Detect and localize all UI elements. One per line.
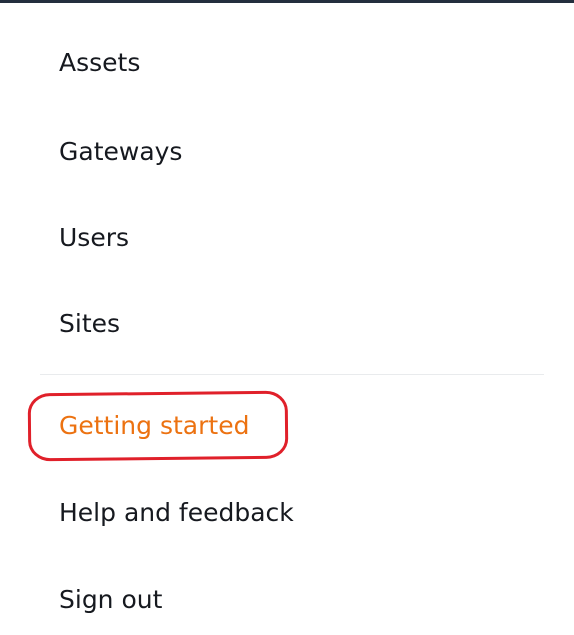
nav-item-users[interactable]: Users xyxy=(59,222,129,254)
nav-item-getting-started[interactable]: Getting started xyxy=(59,410,249,442)
nav-item-help-and-feedback[interactable]: Help and feedback xyxy=(59,497,294,529)
nav-divider xyxy=(40,374,544,375)
side-navigation: Assets Gateways Users Sites Getting star… xyxy=(0,0,574,635)
nav-item-gateways[interactable]: Gateways xyxy=(59,136,182,168)
nav-item-sites[interactable]: Sites xyxy=(59,308,120,340)
nav-item-sign-out[interactable]: Sign out xyxy=(59,584,162,616)
nav-item-assets[interactable]: Assets xyxy=(59,47,140,79)
